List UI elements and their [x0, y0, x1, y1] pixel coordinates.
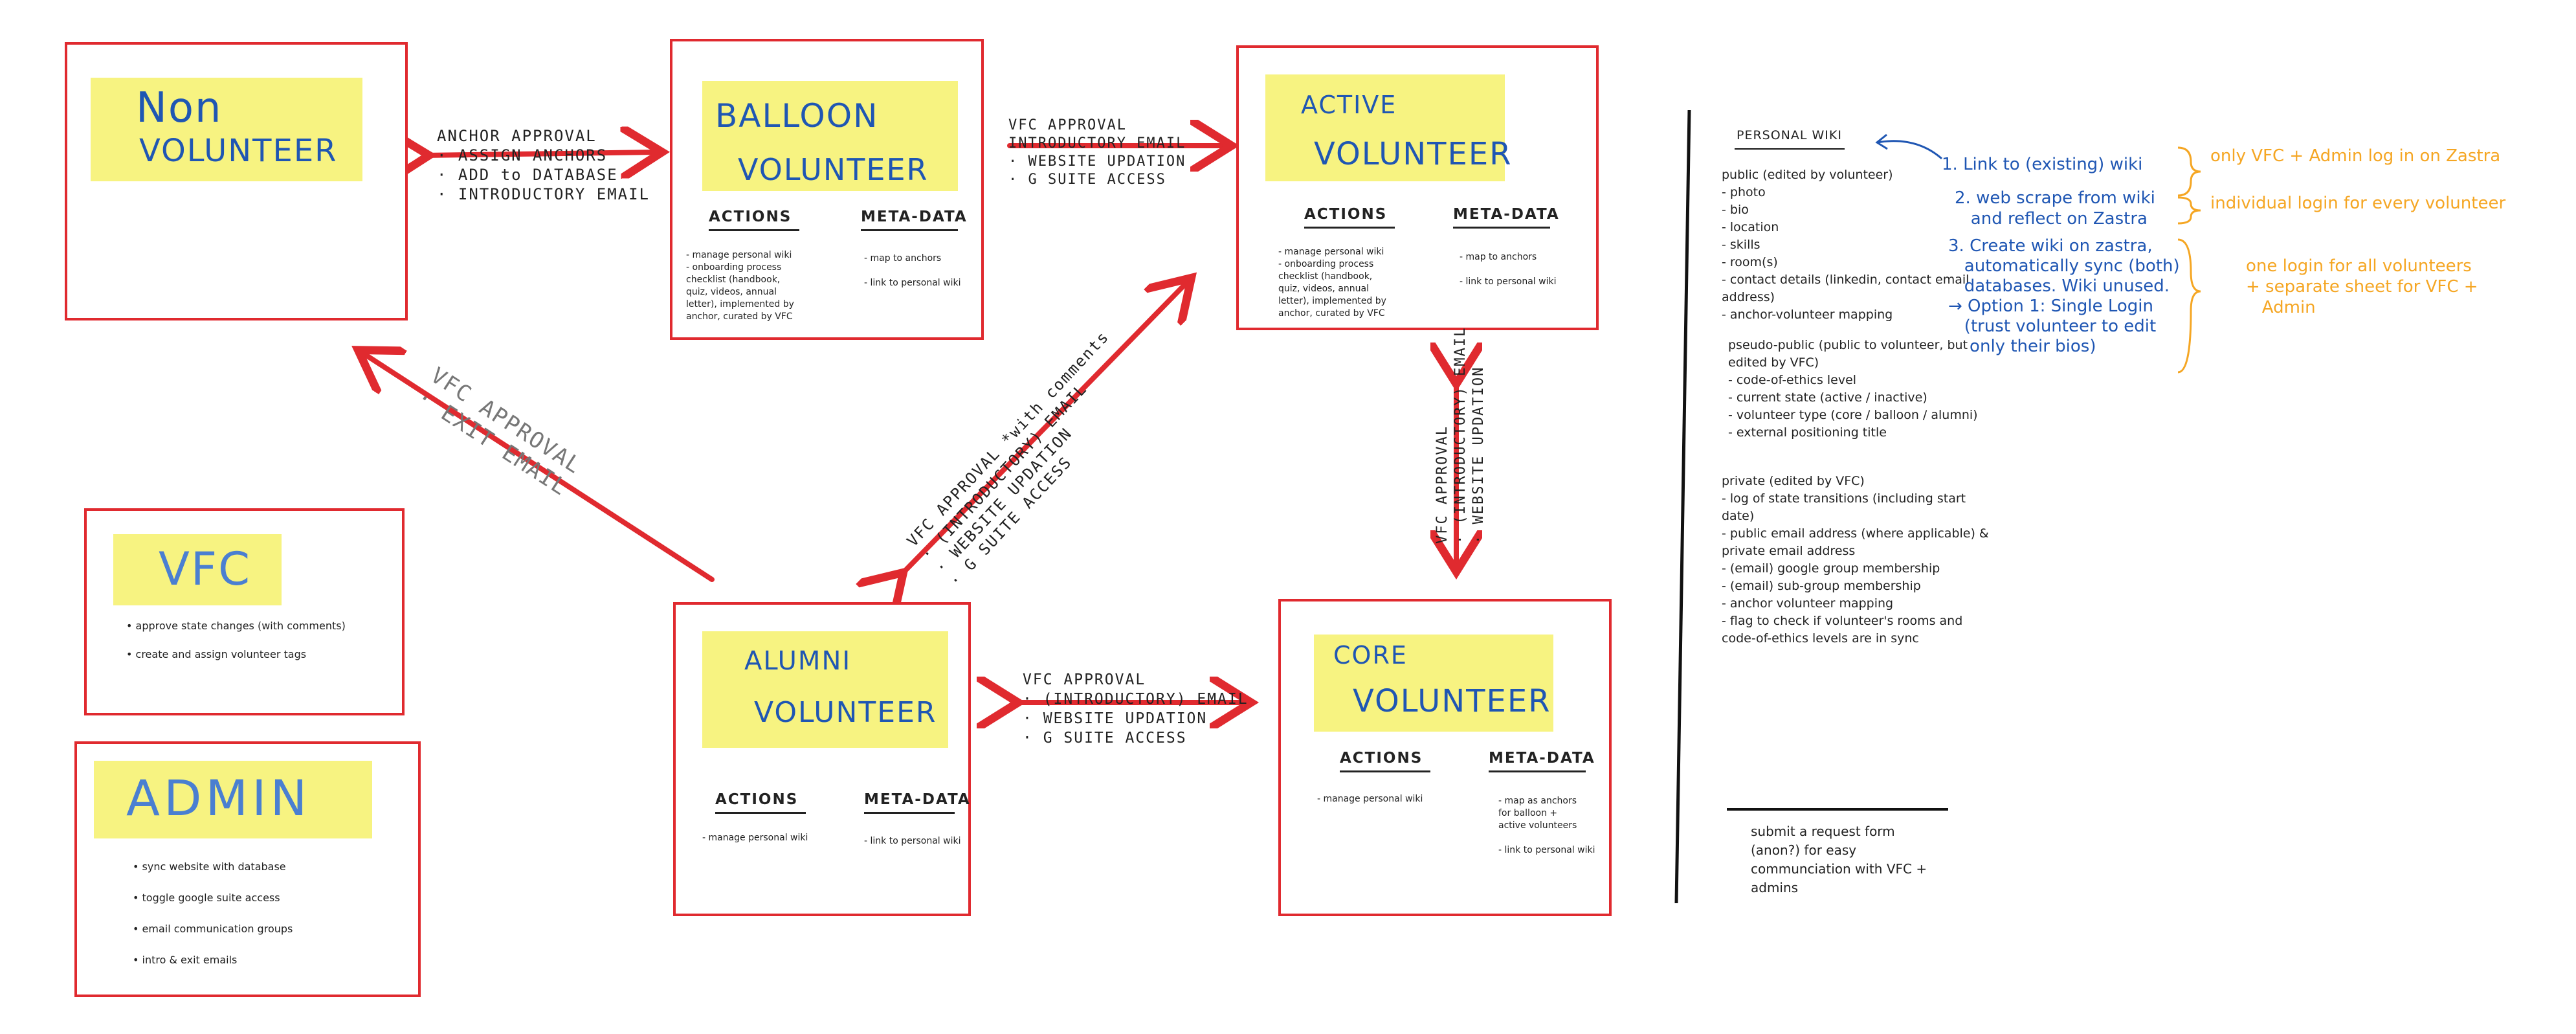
core-actions: - manage personal wiki: [1317, 794, 1423, 804]
vfc-items: • approve state changes (with comments) …: [126, 620, 346, 660]
core-title-1: CORE: [1333, 641, 1408, 669]
balloon-actions: - manage personal wiki - onboarding proc…: [686, 250, 794, 322]
balloon-meta-label: META-DATA: [861, 208, 968, 231]
wiki-request: submit a request form (anon?) for easy c…: [1751, 824, 1927, 895]
admin-items: • sync website with database • toggle go…: [133, 860, 293, 966]
label-non-balloon: ANCHOR APPROVAL · ASSIGN ANCHORS · ADD t…: [437, 127, 650, 203]
wiki-divider: [1674, 109, 1691, 904]
note-orange-3: one login for all volunteers + separate …: [2246, 256, 2478, 317]
admin-title: ADMIN: [126, 769, 311, 827]
active-actions-label: ACTIONS: [1304, 206, 1395, 229]
wiki-public: public (edited by volunteer) - photo - b…: [1722, 168, 1970, 322]
core-meta: - map as anchors for balloon + active vo…: [1498, 796, 1595, 855]
label-alumni-core: VFC APPROVAL · (INTRODUCTORY) EMAIL · WE…: [1023, 671, 1249, 747]
active-meta-label: META-DATA: [1453, 206, 1560, 229]
non-title-1: Non: [136, 84, 223, 132]
active-actions: - manage personal wiki - onboarding proc…: [1278, 247, 1386, 319]
note-option-1: 1. Link to (existing) wiki: [1942, 155, 2143, 174]
orange-brackets: [2177, 146, 2201, 374]
balloon-meta: - map to anchors - link to personal wiki: [864, 253, 961, 288]
alumni-actions-label: ACTIONS: [715, 791, 806, 814]
note-option-3: 3. Create wiki on zastra, automatically …: [1948, 236, 2180, 356]
core-meta-label: META-DATA: [1489, 750, 1595, 772]
alumni-title-1: ALUMNI: [744, 646, 852, 676]
non-title-2: VOLUNTEER: [139, 133, 338, 169]
note-orange-1: only VFC + Admin log in on Zastra: [2210, 146, 2501, 166]
balloon-actions-label: ACTIONS: [709, 208, 799, 231]
balloon-title-1: BALLOON: [715, 97, 879, 135]
core-title-2: VOLUNTEER: [1353, 683, 1551, 719]
alumni-meta-label: META-DATA: [864, 791, 971, 814]
note-orange-2: individual login for every volunteer: [2210, 194, 2506, 213]
wiki-title: PERSONAL WIKI: [1737, 128, 1842, 142]
alumni-title-2: VOLUNTEER: [754, 696, 937, 729]
label-balloon-active: VFC APPROVAL INTRODUCTORY EMAIL · WEBSIT…: [1008, 117, 1186, 188]
core-actions-label: ACTIONS: [1340, 750, 1430, 772]
balloon-title-2: VOLUNTEER: [738, 152, 929, 187]
note-option-2: 2. web scrape from wiki and reflect on Z…: [1955, 188, 2155, 229]
vfc-title: VFC: [159, 543, 252, 596]
active-title-2: VOLUNTEER: [1314, 136, 1513, 172]
wiki-private: private (edited by VFC) - log of state t…: [1722, 474, 1989, 646]
active-title-1: ACTIVE: [1301, 91, 1397, 119]
wiki-pseudo: pseudo-public (public to volunteer, but …: [1728, 338, 1978, 440]
alumni-meta: - link to personal wiki: [864, 836, 961, 846]
active-meta: - map to anchors - link to personal wiki: [1460, 252, 1557, 287]
label-active-core: VFC APPROVAL · (INTRODUCTORY) EMAIL · WE…: [1434, 326, 1487, 544]
alumni-actions: - manage personal wiki: [702, 833, 808, 843]
